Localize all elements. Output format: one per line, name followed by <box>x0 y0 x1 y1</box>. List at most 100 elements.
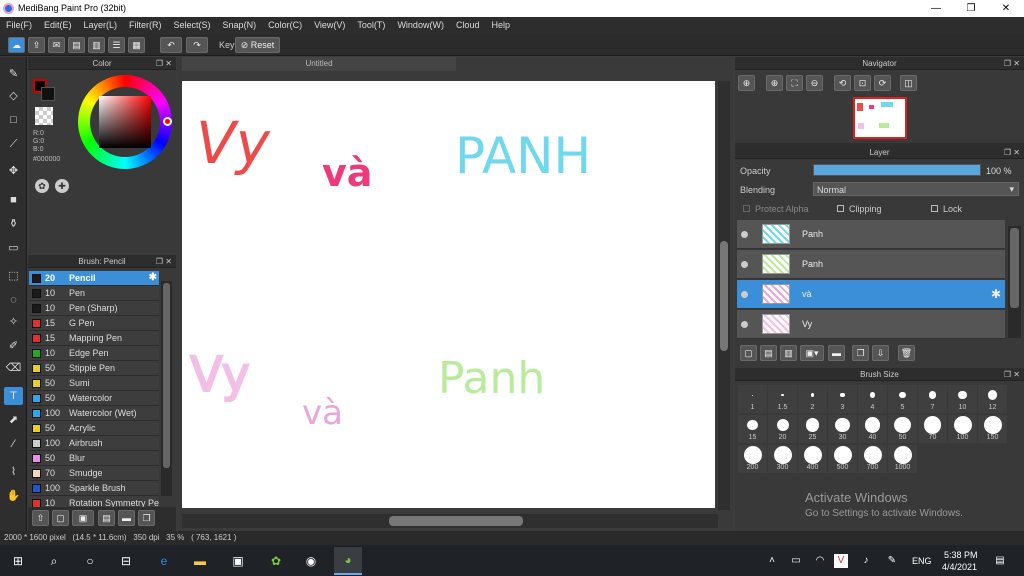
eraser-tool-icon[interactable]: ◇ <box>4 87 23 105</box>
language-indicator[interactable]: ENG <box>912 556 932 566</box>
close-button[interactable]: ✕ <box>989 0 1023 17</box>
wifi-icon[interactable]: ◠ <box>810 551 830 571</box>
zoom-out-icon[interactable]: ⊖ <box>806 75 823 91</box>
menu-window[interactable]: Window(W) <box>391 17 450 34</box>
new-brush-icon[interactable]: ▢ <box>52 510 69 526</box>
brush-size-option[interactable]: 100 <box>948 415 977 443</box>
brush-size-option[interactable]: 1000 <box>888 445 917 473</box>
v-app-icon[interactable]: V <box>834 554 848 568</box>
brush-size-option[interactable]: 40 <box>858 415 887 443</box>
page-icon[interactable]: ▥ <box>88 37 105 53</box>
brush-item[interactable]: 10 Pen <box>29 286 159 301</box>
chevron-up-icon[interactable]: ˄ <box>762 551 782 571</box>
delete-layer-icon[interactable]: 🗑 <box>898 345 915 361</box>
brush-size-option[interactable]: 10 <box>948 385 977 413</box>
pen-icon[interactable]: ✎ <box>882 551 902 571</box>
brush-item[interactable]: 50 Sumi <box>29 376 159 391</box>
brush-size-option[interactable]: 50 <box>888 415 917 443</box>
operation-icon[interactable]: ⬈ <box>4 411 23 429</box>
canvas[interactable]: Vy và PANH Vy và Panh <box>182 81 715 508</box>
edge-browser-icon[interactable]: e <box>154 551 174 571</box>
layer-scroll-thumb[interactable] <box>1010 228 1019 308</box>
brush-size-option[interactable]: 4 <box>858 385 887 413</box>
brush-item[interactable]: 100 Watercolor (Wet) <box>29 406 159 421</box>
paint-app-icon[interactable]: ✿ <box>266 551 286 571</box>
menu-edit[interactable]: Edit(E) <box>38 17 78 34</box>
brush-size-option[interactable]: 1.5 <box>768 385 797 413</box>
rotate-left-icon[interactable]: ⟲ <box>834 75 851 91</box>
new-layer-8bit-icon[interactable]: ▤ <box>760 345 777 361</box>
gradient-icon[interactable]: ▭ <box>4 239 23 257</box>
brush-size-option[interactable]: 500 <box>828 445 857 473</box>
menu-filter[interactable]: Filter(R) <box>123 17 168 34</box>
layer-row[interactable]: và ✱ <box>737 280 1005 309</box>
brush-size-option[interactable]: 2 <box>798 385 827 413</box>
add-layer-menu-icon[interactable]: ▣▾ <box>800 345 824 361</box>
close-icon[interactable]: ❐ ✕ <box>1004 368 1020 381</box>
brush-size-option[interactable]: 12 <box>978 385 1007 413</box>
reset-view-icon[interactable]: ⊡ <box>854 75 871 91</box>
brush-size-option[interactable]: 25 <box>798 415 827 443</box>
widgets-icon[interactable]: ⊟ <box>116 551 136 571</box>
navigator-preview[interactable] <box>853 97 907 139</box>
layer-row[interactable]: Panh <box>737 250 1005 279</box>
brush-item[interactable]: 20 Pencil ✱ <box>29 271 159 286</box>
dot-tool-icon[interactable]: □ <box>4 111 23 129</box>
hand-icon[interactable]: ✋ <box>4 487 23 505</box>
search-icon[interactable]: ⌕ <box>44 551 64 571</box>
add-brush-icon[interactable]: ▣ <box>72 510 94 526</box>
select-pen-icon[interactable]: ✐ <box>4 337 23 355</box>
brush-item[interactable]: 70 Smudge <box>29 466 159 481</box>
fit-icon[interactable]: ⛶ <box>786 75 803 91</box>
camera-app-icon[interactable]: ◉ <box>301 551 321 571</box>
brush-item[interactable]: 10 Pen (Sharp) <box>29 301 159 316</box>
brush-size-option[interactable]: 400 <box>798 445 827 473</box>
duplicate-layer-icon[interactable]: ❐ <box>852 345 869 361</box>
canvas-hscroll-thumb[interactable] <box>389 516 523 526</box>
hue-handle[interactable] <box>163 117 172 126</box>
canvas-vscroll-thumb[interactable] <box>720 241 728 351</box>
brush-settings-gear-icon[interactable]: ✱ <box>149 272 157 283</box>
fill-rect-icon[interactable]: ■ <box>4 191 23 209</box>
menu-snap[interactable]: Snap(N) <box>217 17 263 34</box>
layer-visibility-icon[interactable] <box>741 291 748 298</box>
reset-button[interactable]: ⊘ Reset <box>235 37 280 53</box>
transparent-swatch[interactable] <box>35 107 53 125</box>
brush-size-option[interactable]: 3 <box>828 385 857 413</box>
layer-row[interactable]: Panh <box>737 220 1005 249</box>
brush-item[interactable]: 100 Airbrush <box>29 436 159 451</box>
menu-file[interactable]: File(F) <box>0 17 38 34</box>
brush-size-option[interactable]: 20 <box>768 415 797 443</box>
close-icon[interactable]: ❐ ✕ <box>156 255 172 268</box>
palette-icon[interactable]: ✿ <box>35 179 49 193</box>
menu-help[interactable]: Help <box>485 17 516 34</box>
lasso-icon[interactable]: ◌ <box>4 291 23 309</box>
brush-size-option[interactable]: 5 <box>888 385 917 413</box>
brush-copy-icon[interactable]: ❐ <box>138 510 155 526</box>
clipping-checkbox[interactable] <box>837 205 844 212</box>
brush-cloud-icon[interactable]: ⇧ <box>32 510 49 526</box>
store-icon[interactable]: ▣ <box>228 551 248 571</box>
close-icon[interactable]: ❐ ✕ <box>1004 146 1020 159</box>
brush-size-option[interactable]: 30 <box>828 415 857 443</box>
comment-icon[interactable]: ✉ <box>48 37 65 53</box>
brush-settings-icon[interactable]: ▤ <box>98 510 115 526</box>
clock-date[interactable]: 4/4/2021 <box>942 562 977 572</box>
brush-item[interactable]: 100 Sparkle Brush <box>29 481 159 496</box>
move-tool-icon[interactable]: ✥ <box>4 162 23 180</box>
battery-icon[interactable]: ▭ <box>786 551 806 571</box>
menu-color[interactable]: Color(C) <box>262 17 308 34</box>
opacity-slider[interactable] <box>813 164 981 176</box>
notification-icon[interactable]: ▤ <box>990 551 1010 571</box>
volume-icon[interactable]: ♪ <box>856 551 876 571</box>
minimize-button[interactable]: — <box>919 0 953 17</box>
brush-size-option[interactable]: 7 <box>918 385 947 413</box>
menu-tool[interactable]: Tool(T) <box>351 17 391 34</box>
layer-scrollbar[interactable] <box>1008 226 1021 338</box>
menu-layer[interactable]: Layer(L) <box>78 17 124 34</box>
select-eraser-icon[interactable]: ⌫ <box>4 359 23 377</box>
magic-wand-icon[interactable]: ✧ <box>4 313 23 331</box>
undo-icon[interactable]: ↶ <box>160 37 182 53</box>
canvas-vertical-scrollbar[interactable] <box>718 81 730 510</box>
brush-tool-icon[interactable]: ✎ <box>4 65 23 83</box>
